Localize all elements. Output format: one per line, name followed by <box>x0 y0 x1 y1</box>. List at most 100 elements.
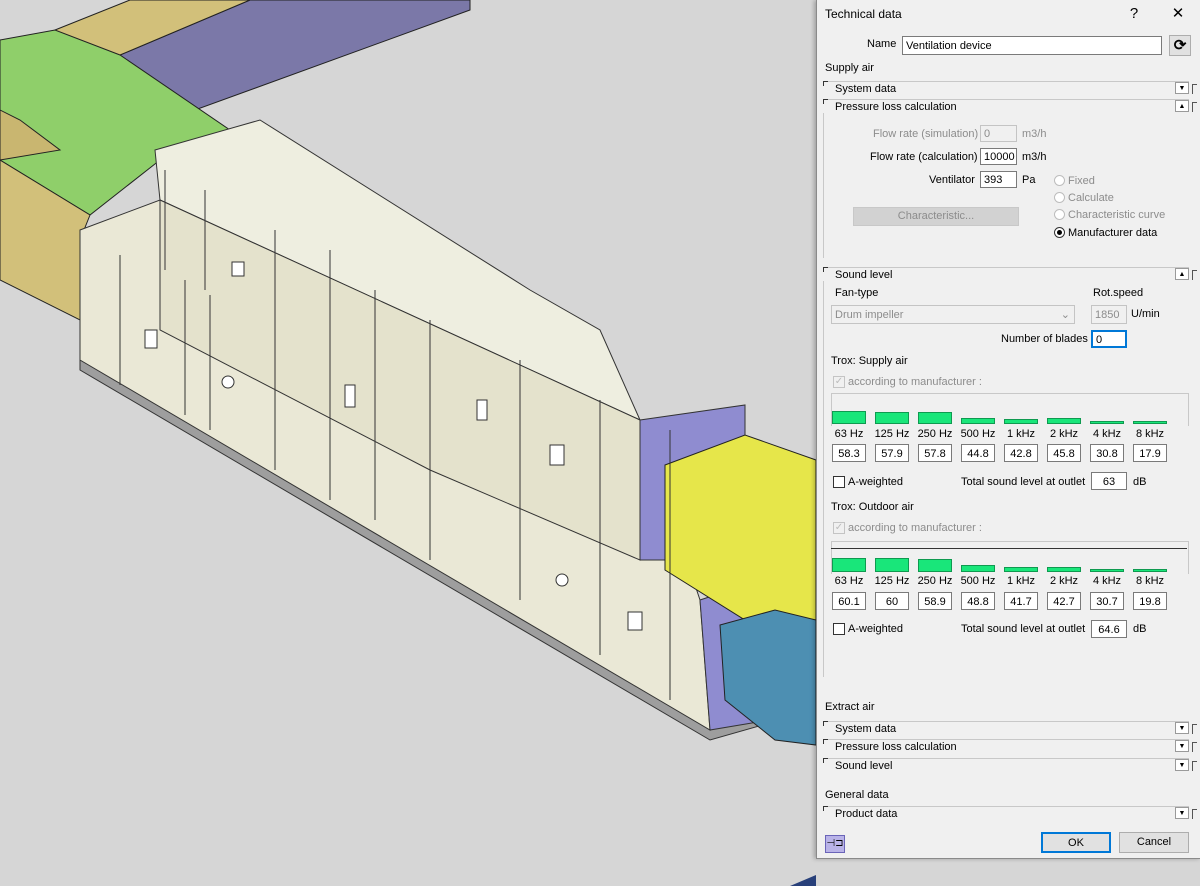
supply-frequency-label: 1 kHz <box>1006 428 1036 440</box>
product-data-label: Product data <box>835 808 898 820</box>
supply-spectrum-bar <box>1047 418 1081 424</box>
rot-speed-input[interactable]: 1850 <box>1091 305 1127 324</box>
outdoor-frequency-label: 63 Hz <box>834 575 864 587</box>
supply-band-value[interactable]: 42.8 <box>1004 444 1038 462</box>
extract-sound-level-header[interactable]: Sound level ▼ <box>823 758 1197 772</box>
outdoor-spectrum-bar <box>1133 569 1167 572</box>
radio-fixed[interactable] <box>1054 175 1065 186</box>
supply-total-label: Total sound level at outlet <box>961 476 1086 488</box>
chevron-up-icon[interactable]: ▲ <box>1175 100 1189 112</box>
supply-spectrum-bar <box>875 412 909 424</box>
supply-band-value[interactable]: 57.9 <box>875 444 909 462</box>
outdoor-a-weighted-label: A-weighted <box>848 623 904 635</box>
outdoor-total-label: Total sound level at outlet <box>961 623 1086 635</box>
outdoor-band-value[interactable]: 30.7 <box>1090 592 1124 610</box>
product-data-header[interactable]: Product data ▼ <box>823 806 1197 820</box>
refresh-icon: ⟳ <box>1173 37 1187 54</box>
general-data-heading: General data <box>825 789 889 801</box>
supply-system-data-header[interactable]: System data ▼ <box>823 81 1197 95</box>
supply-sound-level-header[interactable]: Sound level ▲ <box>823 267 1197 281</box>
outdoor-spectrum-bar <box>1047 567 1081 572</box>
supply-band-value[interactable]: 45.8 <box>1047 444 1081 462</box>
blades-input[interactable]: 0 <box>1091 330 1127 348</box>
outdoor-band-value[interactable]: 41.7 <box>1004 592 1038 610</box>
outdoor-band-value[interactable]: 19.8 <box>1133 592 1167 610</box>
outdoor-spectrum-bar <box>1004 567 1038 572</box>
radio-calculate-label: Calculate <box>1068 192 1114 204</box>
outdoor-band-value[interactable]: 42.7 <box>1047 592 1081 610</box>
extract-system-data-label: System data <box>835 723 897 735</box>
chevron-down-icon[interactable]: ▼ <box>1175 722 1189 734</box>
ventilator-label: Ventilator <box>929 174 975 186</box>
fan-type-select[interactable]: Drum impeller ⌄ <box>831 305 1075 324</box>
supply-spectrum-bar <box>1090 421 1124 424</box>
outdoor-total-input[interactable]: 64.6 <box>1091 620 1127 638</box>
radio-fixed-label: Fixed <box>1068 175 1095 187</box>
supply-frequency-label: 63 Hz <box>834 428 864 440</box>
extract-pressure-loss-header[interactable]: Pressure loss calculation ▼ <box>823 739 1197 753</box>
outdoor-band-value[interactable]: 58.9 <box>918 592 952 610</box>
help-button[interactable]: ? <box>1117 2 1151 26</box>
supply-spectrum-bar <box>1004 419 1038 424</box>
chevron-down-icon[interactable]: ▼ <box>1175 740 1189 752</box>
radio-calculate[interactable] <box>1054 192 1065 203</box>
ventilator-input[interactable]: 393 <box>980 171 1017 188</box>
chevron-down-icon[interactable]: ▼ <box>1175 807 1189 819</box>
supply-total-input[interactable]: 63 <box>1091 472 1127 490</box>
supply-frequency-label: 2 kHz <box>1049 428 1079 440</box>
supply-system-data-label: System data <box>835 83 897 95</box>
supply-spectrum-bar <box>961 418 995 424</box>
supply-total-unit: dB <box>1133 476 1147 488</box>
outdoor-total-unit: dB <box>1133 623 1147 635</box>
supply-band-value[interactable]: 58.3 <box>832 444 866 462</box>
outdoor-band-value[interactable]: 60.1 <box>832 592 866 610</box>
outdoor-according-checkbox[interactable]: ✓ <box>833 522 845 534</box>
ok-button[interactable]: OK <box>1041 832 1111 853</box>
rot-speed-unit: U/min <box>1131 308 1160 320</box>
extract-air-heading: Extract air <box>825 701 875 713</box>
name-label: Name <box>867 38 897 50</box>
radio-manufacturer-data[interactable] <box>1054 227 1065 238</box>
pin-button[interactable]: ⊣⊐ <box>825 835 845 853</box>
outdoor-band-value[interactable]: 48.8 <box>961 592 995 610</box>
chevron-up-icon[interactable]: ▲ <box>1175 268 1189 280</box>
fan-type-label: Fan-type <box>835 287 879 299</box>
outdoor-band-value[interactable]: 60 <box>875 592 909 610</box>
chevron-down-icon[interactable]: ▼ <box>1175 759 1189 771</box>
chevron-down-icon[interactable]: ▼ <box>1175 82 1189 94</box>
outdoor-spectrum-bar <box>832 558 866 572</box>
supply-band-value[interactable]: 44.8 <box>961 444 995 462</box>
blades-label: Number of blades <box>1001 333 1088 345</box>
characteristic-button[interactable]: Characteristic... <box>853 207 1019 226</box>
outdoor-frequency-label: 4 kHz <box>1092 575 1122 587</box>
outdoor-a-weighted-checkbox[interactable] <box>833 623 845 635</box>
flow-calc-input[interactable]: 10000 <box>980 148 1017 165</box>
supply-frequency-label: 8 kHz <box>1135 428 1165 440</box>
name-input[interactable]: Ventilation device <box>902 36 1162 55</box>
radio-characteristic-curve-label: Characteristic curve <box>1068 209 1166 221</box>
rot-speed-label: Rot.speed <box>1093 287 1144 299</box>
extract-sound-level-label: Sound level <box>835 760 893 772</box>
outdoor-spectrum-bar <box>961 565 995 572</box>
supply-a-weighted-label: A-weighted <box>848 476 904 488</box>
supply-frequency-label: 4 kHz <box>1092 428 1122 440</box>
outdoor-frequency-label: 500 Hz <box>960 575 996 587</box>
flow-sim-label: Flow rate (simulation) <box>873 128 979 140</box>
outdoor-spectrum-line <box>831 548 1187 549</box>
supply-spectrum-bar <box>1133 421 1167 424</box>
close-button[interactable]: ✕ <box>1161 2 1195 26</box>
supply-pressure-loss-header[interactable]: Pressure loss calculation ▲ <box>823 99 1197 113</box>
cancel-button[interactable]: Cancel <box>1119 832 1189 853</box>
refresh-button[interactable]: ⟳ <box>1169 35 1191 56</box>
flow-calc-label: Flow rate (calculation) <box>870 151 978 163</box>
radio-characteristic-curve[interactable] <box>1054 209 1065 220</box>
flow-sim-input[interactable]: 0 <box>980 125 1017 142</box>
extract-system-data-header[interactable]: System data ▼ <box>823 721 1197 735</box>
supply-band-value[interactable]: 57.8 <box>918 444 952 462</box>
supply-according-checkbox[interactable]: ✓ <box>833 376 845 388</box>
supply-band-value[interactable]: 30.8 <box>1090 444 1124 462</box>
dialog-title: Technical data <box>825 7 902 21</box>
supply-a-weighted-checkbox[interactable] <box>833 476 845 488</box>
radio-manufacturer-data-label: Manufacturer data <box>1068 227 1158 239</box>
supply-band-value[interactable]: 17.9 <box>1133 444 1167 462</box>
